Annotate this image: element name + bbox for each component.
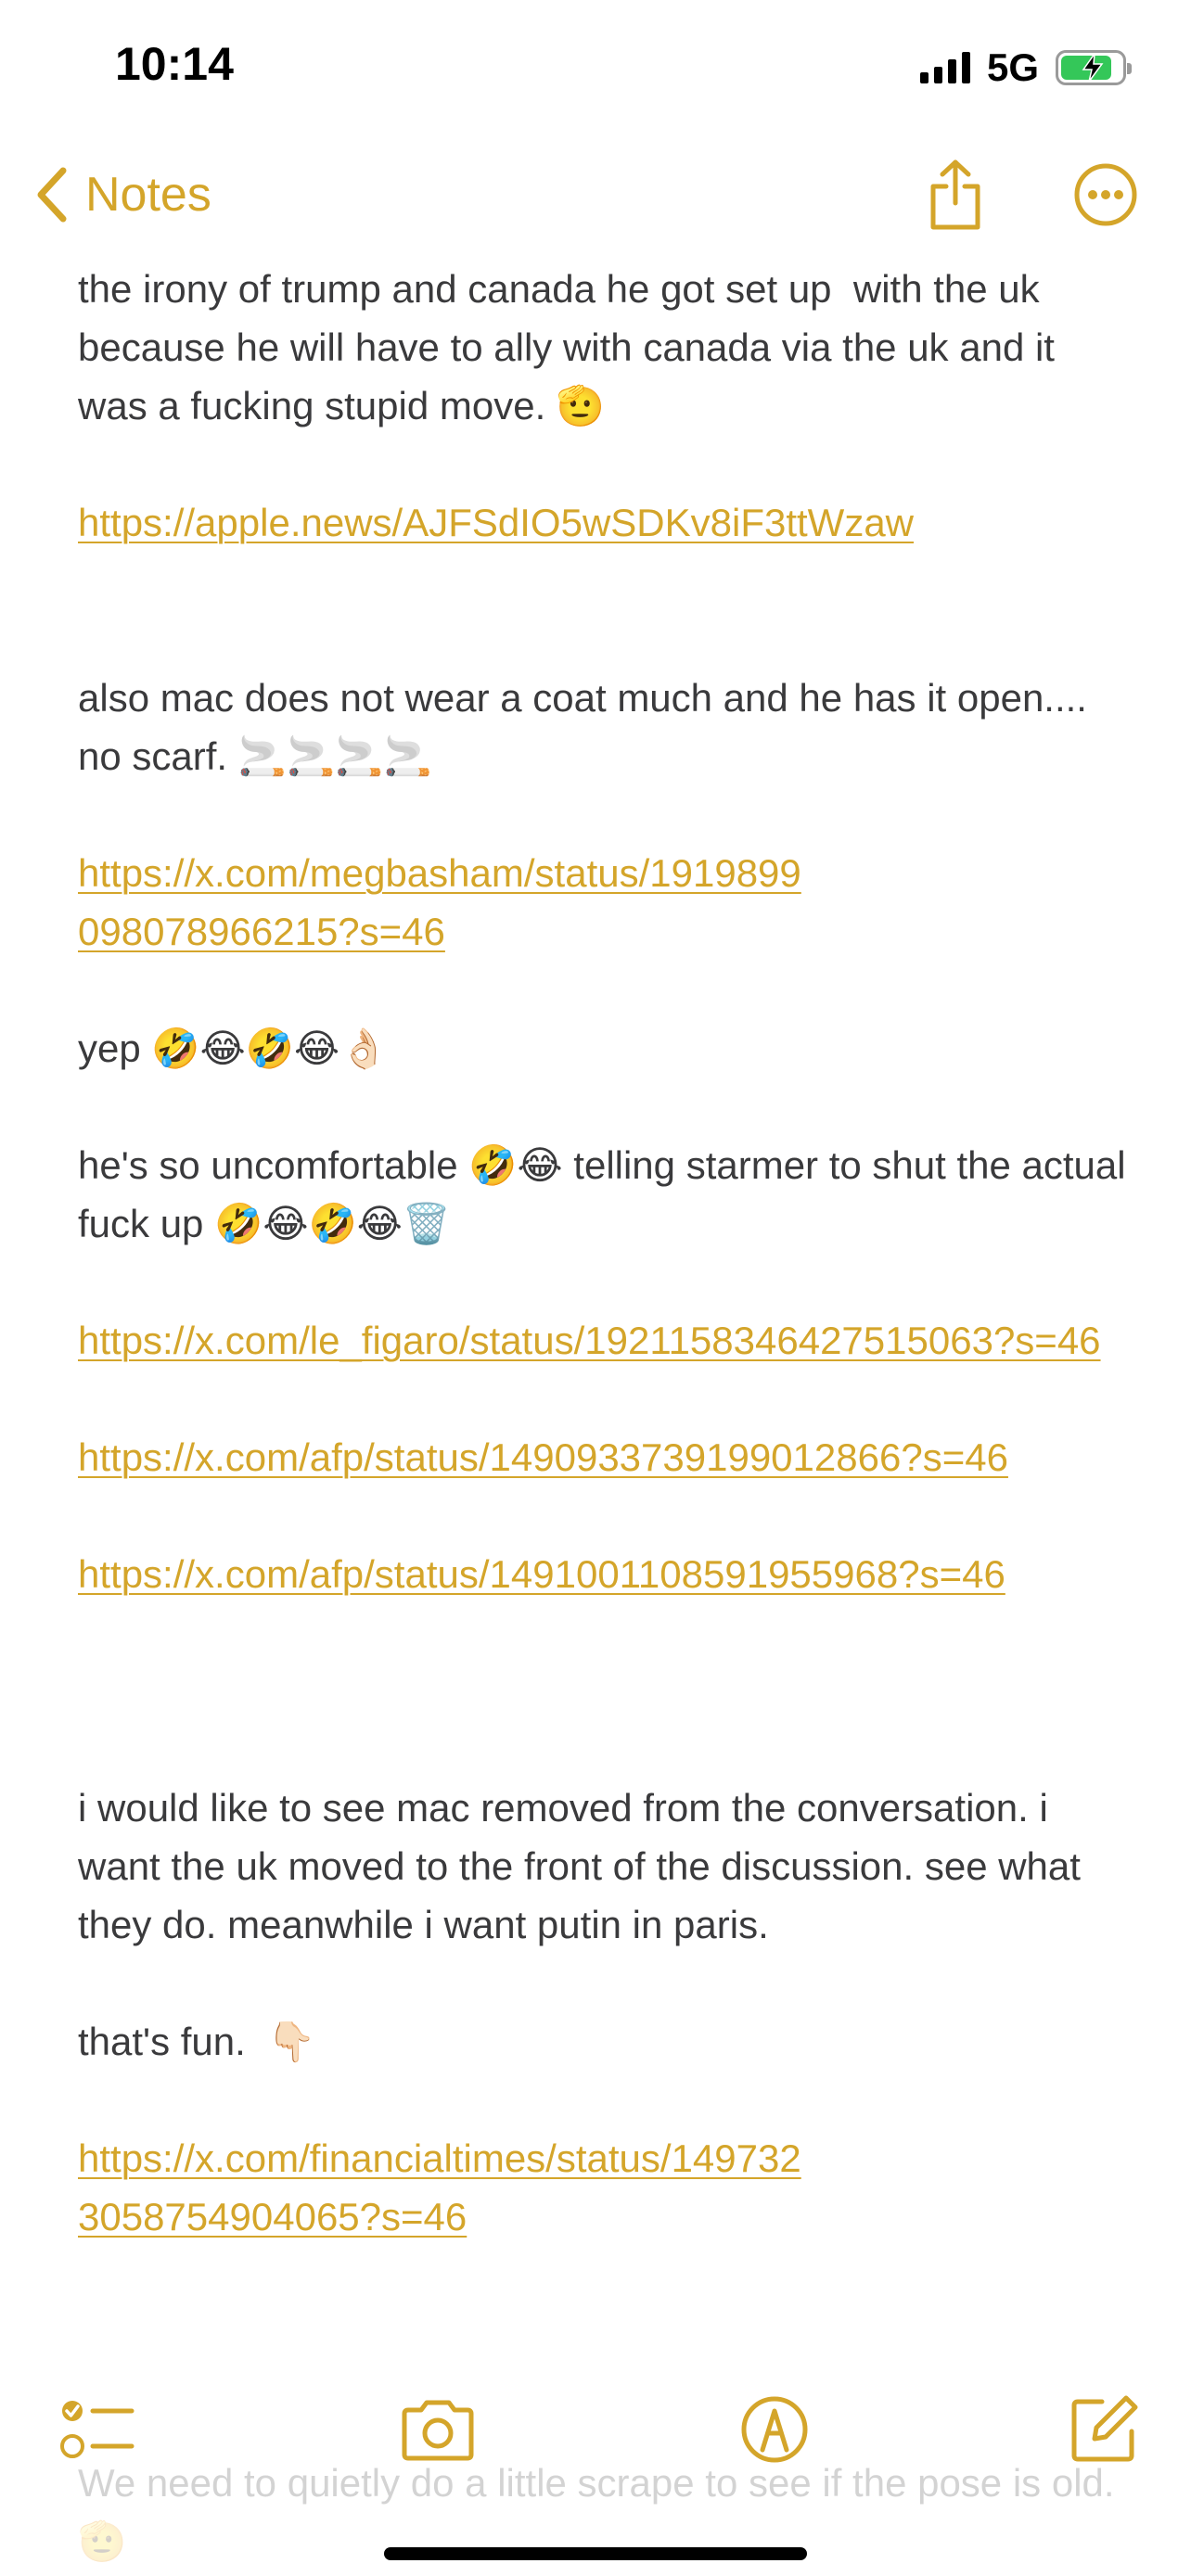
- status-bar: 10:14 5G: [0, 0, 1191, 130]
- bolt-icon: [1082, 53, 1104, 83]
- more-button[interactable]: [1069, 158, 1143, 232]
- note-paragraph: the irony of trump and canada he got set…: [78, 267, 1066, 427]
- checklist-icon: [60, 2401, 134, 2458]
- back-button[interactable]: Notes: [33, 158, 211, 232]
- share-icon: [930, 159, 980, 230]
- markup-button[interactable]: [728, 2383, 821, 2476]
- signal-icon: [919, 52, 970, 83]
- battery-icon: [1056, 50, 1132, 85]
- note-paragraph: yep 🤣😂🤣😂👌🏻: [78, 1027, 389, 1070]
- note-paragraph: that's fun. 👇🏻: [78, 2020, 316, 2063]
- note-link[interactable]: https://x.com/afp/status/149100110859195…: [78, 1552, 1005, 1596]
- share-button[interactable]: [918, 158, 992, 232]
- note-body[interactable]: the irony of trump and canada he got set…: [78, 260, 1126, 2263]
- compose-button[interactable]: [1057, 2383, 1150, 2476]
- compose-icon: [1071, 2395, 1138, 2462]
- more-icon: [1074, 163, 1137, 226]
- note-paragraph: also mac does not wear a coat much and h…: [78, 676, 1098, 778]
- note-link[interactable]: https://x.com/afp/status/149093373919901…: [78, 1435, 1008, 1479]
- note-link[interactable]: https://x.com/megbasham/status/191989909…: [78, 851, 801, 953]
- markup-icon: [741, 2396, 808, 2463]
- note-link[interactable]: https://x.com/le_figaro/status/192115834…: [78, 1319, 1101, 1362]
- back-label: Notes: [85, 168, 211, 222]
- navigation-bar: Notes: [0, 130, 1191, 260]
- battery-cap: [1127, 63, 1132, 74]
- camera-button[interactable]: [391, 2383, 484, 2476]
- note-paragraph: he's so uncomfortable 🤣😂 telling starmer…: [78, 1143, 1126, 1245]
- checklist-button[interactable]: [52, 2383, 145, 2476]
- camera-icon: [402, 2400, 474, 2461]
- status-indicators: 5G: [919, 45, 1132, 91]
- chevron-left-icon: [37, 167, 67, 223]
- note-paragraph: i would like to see mac removed from the…: [78, 1786, 1092, 1946]
- note-link[interactable]: https://apple.news/AJFSdIO5wSDKv8iF3ttWz…: [78, 501, 914, 544]
- bottom-toolbar: [0, 2374, 1191, 2485]
- note-link[interactable]: https://x.com/financialtimes/status/1497…: [78, 2136, 801, 2238]
- network-label: 5G: [986, 45, 1039, 89]
- status-time: 10:14: [115, 38, 234, 90]
- home-indicator[interactable]: [384, 2547, 807, 2560]
